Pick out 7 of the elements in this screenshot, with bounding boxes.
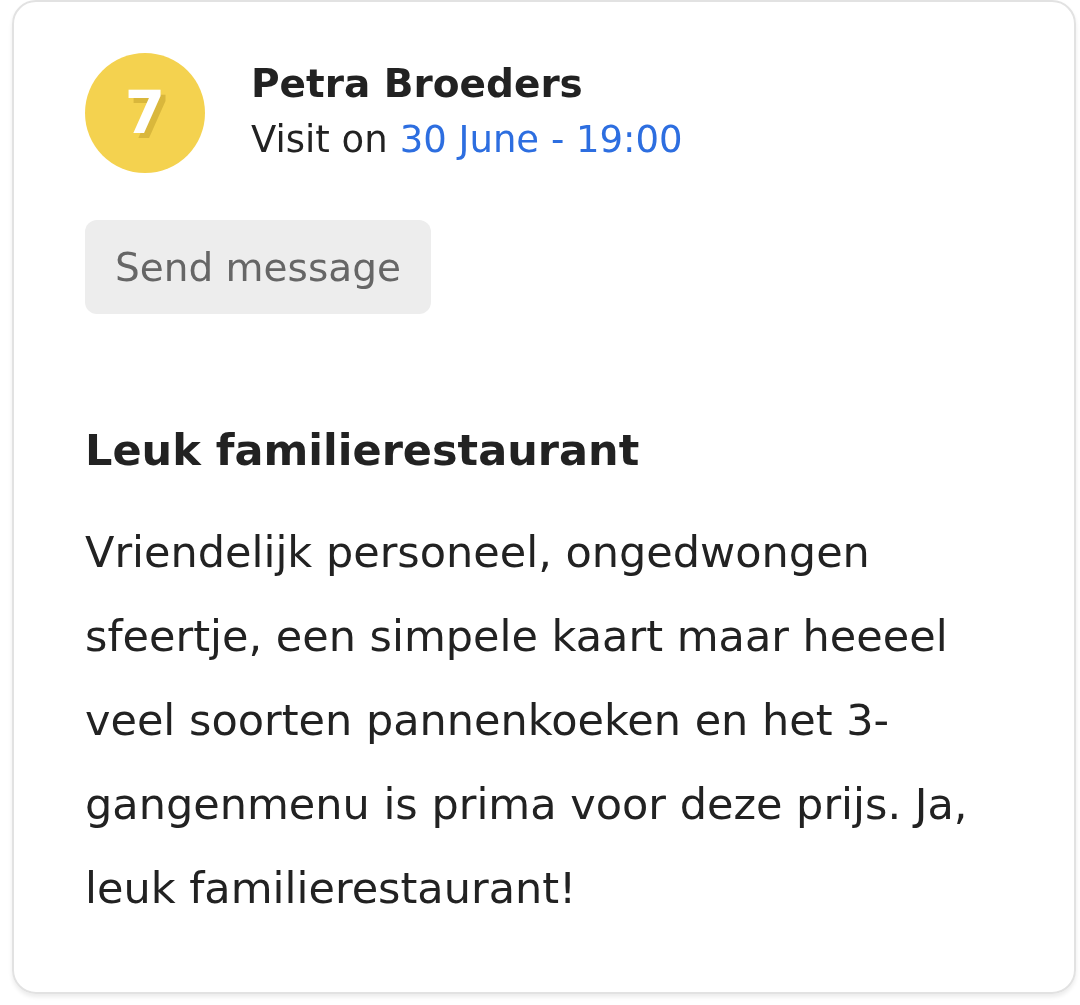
visit-label: Visit on — [251, 117, 388, 163]
review-text: Vriendelijk personeel, ongedwongen sfeertje, een simpele kaart maar heeeel veel soorten pannenkoeken en het 3-gangenmenu is prima voor deze prijs. Ja, leuk familierestaurant! — [85, 526, 969, 915]
send-message-button[interactable]: Send message — [85, 220, 431, 314]
score-badge: 7 — [85, 53, 205, 173]
reviewer-name: Petra Broeders — [251, 61, 584, 107]
visit-date-link[interactable]: 30 June - 19:00 — [399, 117, 683, 163]
review-title: Leuk familierestaurant — [85, 425, 641, 475]
